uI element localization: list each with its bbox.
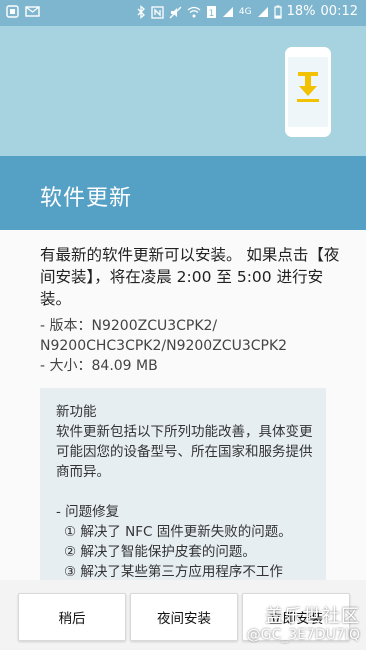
hero-banner [0,26,366,156]
title-band: 软件更新 [0,156,366,230]
wifi-icon [187,6,201,18]
fix-item: ③ 解决了某些第三方应用程序不工作 [64,564,283,580]
night-install-button[interactable]: 夜间安装 [130,593,238,641]
battery-level: 18% [286,4,316,19]
notification-icon [6,5,19,18]
svg-text:1: 1 [209,9,215,19]
status-bar: 1 4G 18% 00:12 [0,0,366,26]
nfc-icon [151,5,164,19]
features-box: 新功能 软件更新包括以下所列功能改善，具体变更可能因您的设备型号、所在国家和服务… [40,388,326,580]
watermark-brand: 盖乐世社区 [265,606,360,627]
version-info: - 版本：N9200ZCU3CPK2/ N9200CHC3CPK2/N9200Z… [40,316,350,376]
later-button[interactable]: 稍后 [18,593,126,641]
signal-icon-1 [222,6,234,18]
page-title: 软件更新 [40,186,133,211]
features-title: 新功能 [56,404,97,420]
watermark: 盖乐世社区 @GC_3E7DU7IQ [247,608,360,644]
version-line-1: - 版本：N9200ZCU3CPK2/ [40,318,218,334]
clock: 00:12 [320,4,358,19]
mute-icon [169,6,182,19]
features-summary: 软件更新包括以下所列功能改善，具体变更可能因您的设备型号、所在国家和服务提供商而… [56,424,313,480]
sim-icon: 1 [206,5,217,19]
fix-item: ② 解决了智能保护皮套的问题。 [64,544,256,560]
mail-icon [25,5,40,18]
battery-icon [274,5,282,19]
bluetooth-icon [137,5,146,19]
version-line-2: N9200CHC3CPK2/N9200ZCU3CPK2 [40,338,288,354]
signal-icon-2 [257,6,269,18]
update-intro: 有最新的软件更新可以安装。 如果点击【夜间安装】，将在凌晨 2:00 至 5:0… [40,246,340,308]
size-line: - 大小：84.09 MB [40,358,158,374]
network-type: 4G [238,7,252,17]
phone-download-icon [284,46,332,138]
fix-item: ① 解决了 NFC 固件更新失败的问题。 [64,524,292,540]
fixes-section: - 问题修复 [56,504,120,520]
update-details[interactable]: 有最新的软件更新可以安装。 如果点击【夜间安装】，将在凌晨 2:00 至 5:0… [0,230,366,580]
watermark-handle: @GC_3E7DU7IQ [246,627,360,643]
